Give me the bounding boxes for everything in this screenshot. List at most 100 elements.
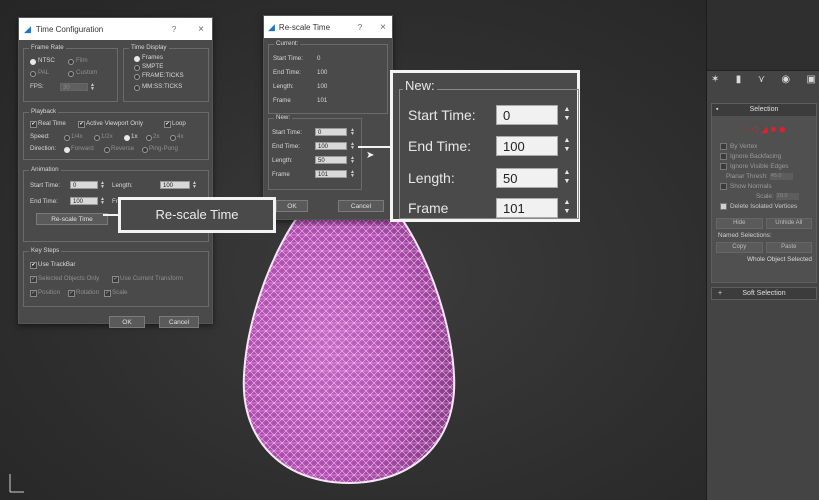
custom-radio[interactable] <box>68 71 74 77</box>
new-length-label: Length: <box>272 157 293 164</box>
fps-field[interactable]: 30 <box>60 83 88 91</box>
mm-ss-ticks-radio[interactable] <box>134 85 140 91</box>
start-time-spinner[interactable]: ▲ ▼ <box>100 181 105 190</box>
new-length-spinner[interactable]: ▲ ▼ <box>350 156 355 165</box>
copy-button[interactable]: Copy <box>716 242 763 253</box>
rescale-time-titlebar[interactable]: ◢ Re-scale Time ? × <box>264 16 392 38</box>
soft-selection-header[interactable]: + Soft Selection <box>712 288 816 299</box>
rotation-checkbox[interactable]: ✔ <box>68 290 75 297</box>
new-end-time-field[interactable]: 100 <box>315 142 347 150</box>
smpte-radio[interactable] <box>134 65 140 71</box>
rescale-cancel-button[interactable]: Cancel <box>338 200 384 212</box>
length-label: Length: <box>112 182 133 189</box>
position-checkbox[interactable]: ✔ <box>30 290 37 297</box>
ignore-backfacing-checkbox[interactable] <box>720 153 727 160</box>
start-time-field[interactable]: 0 <box>70 181 98 189</box>
zoom-start-time-label: Start Time: <box>408 107 476 123</box>
ignore-visible-edges-row[interactable]: Ignore Visible Edges <box>720 163 816 170</box>
delete-isolated-row[interactable]: Delete Isolated Vertices <box>720 203 816 210</box>
rotation-label: Rotation <box>76 289 100 296</box>
time-configuration-titlebar[interactable]: ◢ Time Configuration ? × <box>19 18 212 40</box>
selection-rollout-header[interactable]: ▪ Selection <box>712 104 816 116</box>
scale-field[interactable]: 20.0 <box>775 193 799 200</box>
new-group: New: Start Time: 0 ▲ ▼ End Time: 100 ▲ ▼ L… <box>268 114 362 190</box>
rescale-help-icon[interactable]: ? <box>358 23 362 32</box>
end-time-field[interactable]: 100 <box>70 197 98 205</box>
polygon-icon[interactable]: ■ <box>771 124 776 135</box>
film-radio[interactable] <box>68 59 74 65</box>
rescale-close-icon[interactable]: × <box>380 22 386 33</box>
current-end-time-label: End Time: <box>273 69 301 76</box>
use-trackbar-checkbox[interactable]: ✔ <box>30 262 37 269</box>
by-vertex-checkbox[interactable] <box>720 143 727 150</box>
modify-tab-icon[interactable]: ▮ <box>736 74 742 85</box>
speed-1x-radio[interactable] <box>124 135 130 141</box>
zoom-frame-field: 101 <box>496 198 558 218</box>
paste-button[interactable]: Paste <box>765 242 812 253</box>
speed-2x-radio[interactable] <box>146 135 152 141</box>
element-icon[interactable]: ◆ <box>779 124 786 135</box>
scale-checkbox[interactable]: ✔ <box>104 290 111 297</box>
hide-button[interactable]: Hide <box>716 218 763 229</box>
ignore-backfacing-row[interactable]: Ignore Backfacing <box>720 153 816 160</box>
real-time-checkbox[interactable]: ✔ <box>30 121 37 128</box>
by-vertex-row[interactable]: By Vertex <box>720 143 816 150</box>
speed-half-label: 1/2x <box>101 133 113 140</box>
new-start-time-spinner[interactable]: ▲ ▼ <box>350 128 355 137</box>
rescale-time-dialog: ◢ Re-scale Time ? × Current: Start Time:… <box>263 15 393 220</box>
planar-thresh-field[interactable]: 45.0 <box>769 173 793 180</box>
new-start-time-field[interactable]: 0 <box>315 128 347 136</box>
pal-radio[interactable] <box>30 71 36 77</box>
active-viewport-checkbox[interactable]: ✔ <box>78 121 85 128</box>
new-end-time-spinner[interactable]: ▲ ▼ <box>350 142 355 151</box>
create-tab-icon[interactable]: ✶ <box>711 74 719 85</box>
use-current-transform-checkbox[interactable]: ✔ <box>112 276 119 283</box>
use-trackbar-label: Use TrackBar <box>38 261 76 268</box>
ping-pong-radio[interactable] <box>142 147 148 153</box>
edge-icon[interactable]: ◁ <box>751 124 758 135</box>
cancel-button[interactable]: Cancel <box>159 316 199 328</box>
help-icon[interactable]: ? <box>172 25 176 34</box>
face-icon[interactable]: ◢ <box>761 124 768 135</box>
soft-selection-title: Soft Selection <box>742 290 786 297</box>
new-length-field[interactable]: 50 <box>315 156 347 164</box>
loop-checkbox[interactable]: ✔ <box>164 121 171 128</box>
length-field[interactable]: 100 <box>160 181 190 189</box>
ok-button[interactable]: OK <box>109 316 145 328</box>
vertex-icon[interactable]: ∴ <box>742 124 748 135</box>
display-tab-icon[interactable]: ▣ <box>807 74 816 85</box>
rescale-time-button[interactable]: Re-scale Time <box>36 213 108 225</box>
ntsc-radio[interactable] <box>30 59 36 65</box>
end-time-spinner[interactable]: ▲ ▼ <box>100 197 105 206</box>
forward-radio[interactable] <box>64 147 70 153</box>
new-frame-spinner[interactable]: ▲ ▼ <box>350 170 355 179</box>
new-frame-field[interactable]: 101 <box>315 170 347 178</box>
speed-half-radio[interactable] <box>94 135 100 141</box>
zoom-start-time-spinner: ▲ ▼ <box>563 106 571 122</box>
speed-quarter-radio[interactable] <box>64 135 70 141</box>
speed-4x-radio[interactable] <box>170 135 176 141</box>
close-icon[interactable]: × <box>198 24 204 35</box>
scale-row: Scale: 20.0 <box>756 193 816 200</box>
time-configuration-dialog: ◢ Time Configuration ? × Frame Rate NTSC… <box>18 17 213 328</box>
custom-label: Custom <box>76 69 98 76</box>
frames-radio[interactable] <box>134 56 140 62</box>
selection-rollout-title: Selection <box>749 106 779 113</box>
frame-ticks-radio[interactable] <box>134 74 140 80</box>
rescale-ok-button[interactable]: OK <box>276 200 308 212</box>
length-spinner[interactable]: ▲ ▼ <box>192 181 197 190</box>
fps-spinner[interactable]: ▲ ▼ <box>90 83 95 92</box>
show-normals-row[interactable]: Show Normals <box>720 183 816 190</box>
ignore-visible-edges-checkbox[interactable] <box>720 163 727 170</box>
soft-selection-rollout[interactable]: + Soft Selection <box>711 287 817 300</box>
unhide-all-button[interactable]: Unhide All <box>765 218 812 229</box>
mouse-cursor-icon: ➤ <box>366 150 375 161</box>
delete-isolated-checkbox[interactable] <box>720 203 727 210</box>
zoom-start-time-field: 0 <box>496 105 558 125</box>
planar-thresh-label: Planar Thresh: <box>726 173 768 180</box>
selected-objects-checkbox[interactable]: ✔ <box>30 276 37 283</box>
motion-tab-icon[interactable]: ◉ <box>781 74 790 85</box>
show-normals-checkbox[interactable] <box>720 183 727 190</box>
hierarchy-tab-icon[interactable]: ⋎ <box>758 74 765 85</box>
reverse-radio[interactable] <box>104 147 110 153</box>
